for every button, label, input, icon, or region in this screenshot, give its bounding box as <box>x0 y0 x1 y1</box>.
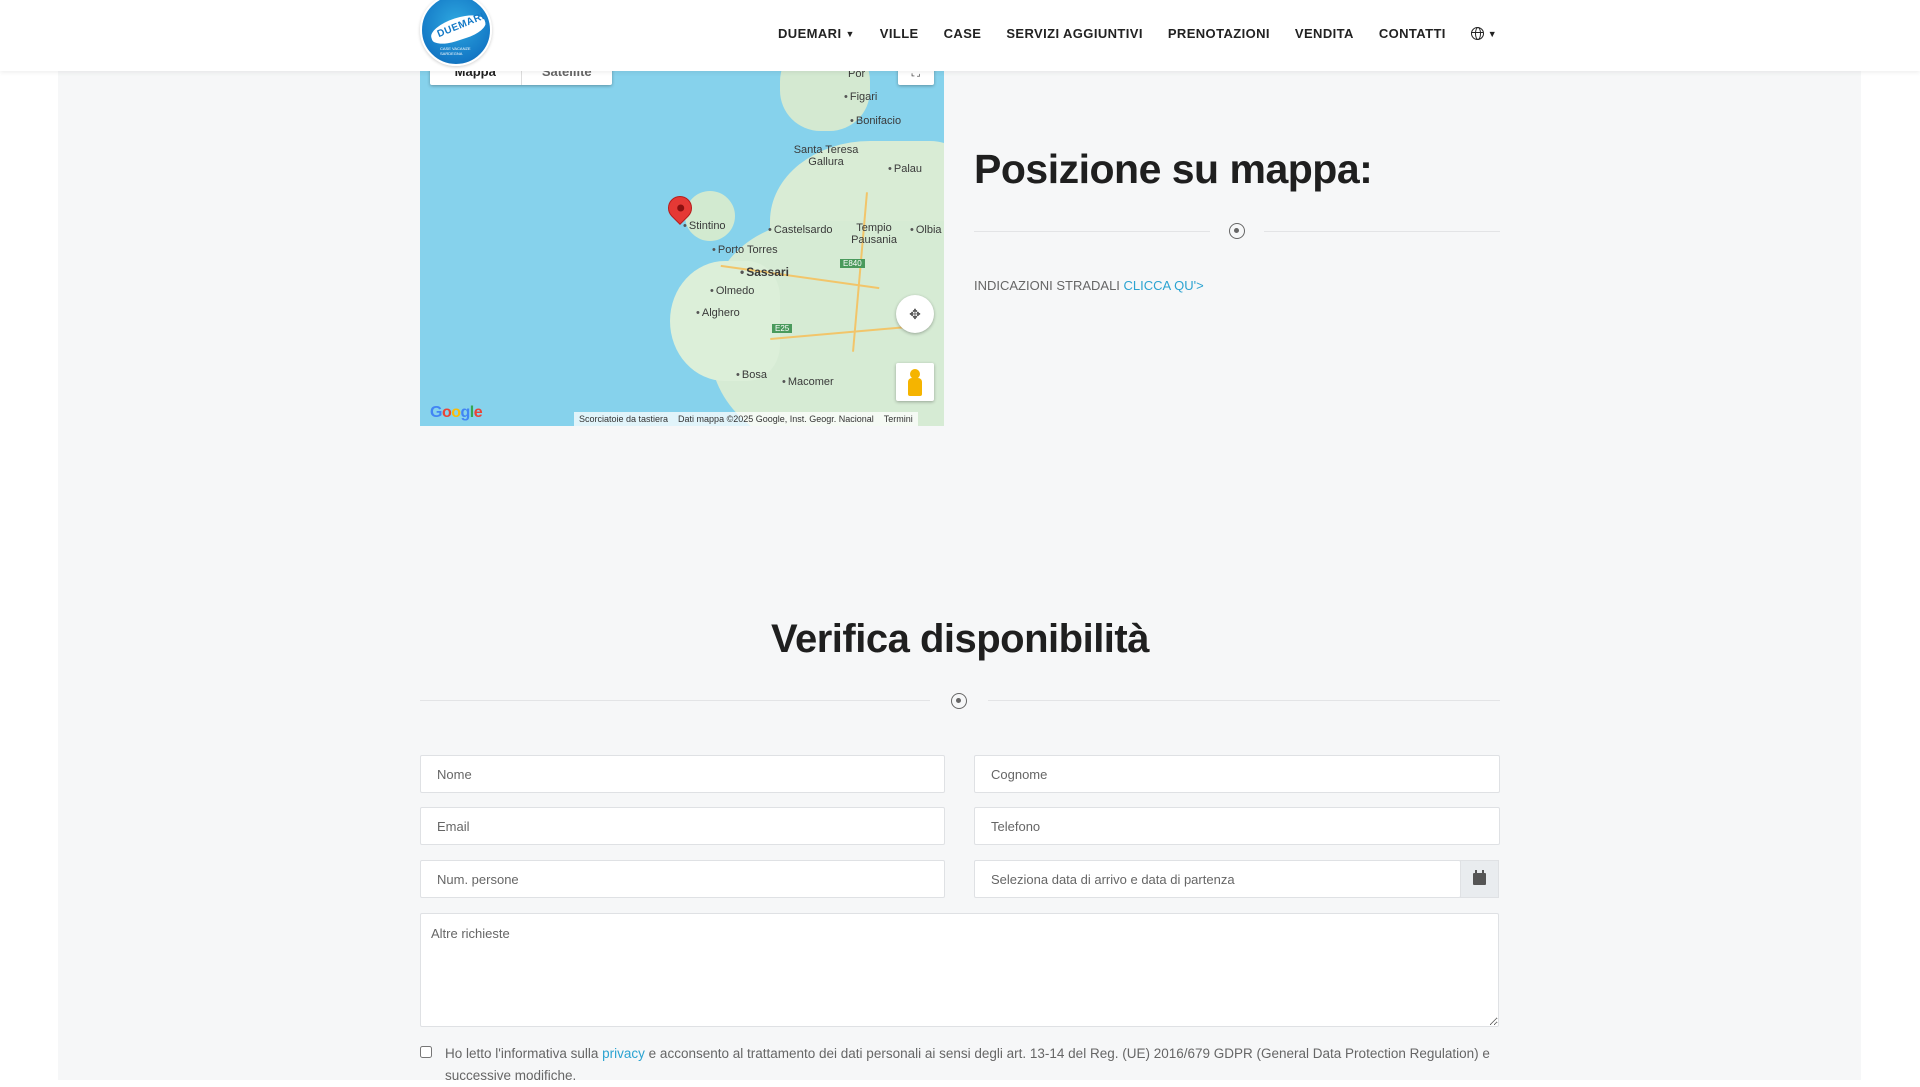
keyboard-shortcuts-link[interactable]: Scorciatoie da tastiera <box>574 412 673 426</box>
divider-line <box>988 700 1500 701</box>
chevron-down-icon: ▼ <box>845 28 855 39</box>
nav-label: DUEMARI <box>778 26 842 41</box>
map-label: Bosa <box>736 369 767 381</box>
nav-item-ville[interactable]: VILLE <box>880 26 919 41</box>
map-land <box>670 261 780 381</box>
divider-circle-icon <box>951 693 967 709</box>
availability-title: Verifica disponibilità <box>771 617 1149 661</box>
calendar-icon <box>1473 870 1486 885</box>
map-land <box>685 191 735 241</box>
nav-item-prenotazioni[interactable]: PRENOTAZIONI <box>1168 26 1270 41</box>
map-label: Porto Torres <box>712 244 778 256</box>
privacy-consent: Ho letto l'informativa sulla privacy e a… <box>420 1043 1500 1087</box>
nav-label: VILLE <box>879 26 919 41</box>
map-label: Alghero <box>696 307 740 319</box>
duemari-logo[interactable]: DUEMARI CASE VACANZE SARDEGNA <box>420 0 492 66</box>
map-label: Castelsardo <box>768 224 833 236</box>
map-road-shield: E25 <box>772 324 793 333</box>
map-data-credit: Dati mappa ©2025 Google, Inst. Geogr. Na… <box>678 414 874 424</box>
chevron-down-icon: ▼ <box>1487 28 1498 39</box>
map-label: Por <box>848 71 866 80</box>
altre-richieste-field[interactable] <box>420 913 1499 1027</box>
map-label: Tempio Pausania <box>851 222 897 246</box>
map-label: Macomer <box>782 376 834 388</box>
logo-tagline: CASE VACANZE SARDEGNA <box>440 46 471 56</box>
date-range-field[interactable] <box>974 860 1461 898</box>
nav-item-vendita[interactable]: VENDITA <box>1295 26 1354 41</box>
privacy-checkbox[interactable] <box>420 1046 432 1058</box>
nav-item-case[interactable]: CASE <box>944 26 982 41</box>
google-map[interactable]: Por Figari Bonifacio Santa Teresa Gallur… <box>420 71 944 426</box>
privacy-link[interactable]: privacy <box>602 1046 645 1061</box>
map-label: Figari <box>844 91 878 103</box>
map-label: Olmedo <box>710 285 755 297</box>
camera-control-icon[interactable]: ✥ <box>896 295 934 333</box>
site-header: DUEMARI CASE VACANZE SARDEGNA DUEMARI ▼ V… <box>0 0 1920 71</box>
terms-link[interactable]: Termini <box>879 412 918 426</box>
num-persone-field[interactable] <box>420 860 945 898</box>
cognome-field[interactable] <box>974 755 1500 793</box>
nav-label: CONTATTI <box>1378 26 1446 41</box>
email-field[interactable] <box>420 807 945 845</box>
nav-item-duemari[interactable]: DUEMARI ▼ <box>778 26 855 41</box>
calendar-button[interactable] <box>1460 860 1499 898</box>
map-label: Bonifacio <box>850 115 901 127</box>
map-label: Palau <box>888 163 922 175</box>
nav-item-contatti[interactable]: CONTATTI <box>1379 26 1446 41</box>
divider-line <box>1264 231 1500 232</box>
nav-label: PRENOTAZIONI <box>1167 26 1270 41</box>
map-label: Olbia <box>910 224 942 236</box>
privacy-text-part: Ho letto l'informativa sulla <box>445 1046 603 1061</box>
language-selector[interactable]: ▼ <box>1470 26 1498 41</box>
google-logo[interactable]: Google <box>430 404 483 422</box>
map-attribution: Scorciatoie da tastiera Dati mappa ©2025… <box>574 412 918 426</box>
position-title: Posizione su mappa: <box>974 146 1373 192</box>
globe-icon <box>1470 27 1484 40</box>
map-label: Sassari <box>740 265 789 279</box>
map-label: Santa Teresa Gallura <box>793 144 859 168</box>
telefono-field[interactable] <box>974 807 1500 845</box>
privacy-text: Ho letto l'informativa sulla privacy e a… <box>445 1043 1500 1087</box>
nav-label: SERVIZI AGGIUNTIVI <box>1006 26 1143 41</box>
tab-satellite[interactable]: Satellite <box>522 71 613 85</box>
nome-field[interactable] <box>420 755 945 793</box>
nav-label: VENDITA <box>1294 26 1354 41</box>
fullscreen-icon[interactable]: ⛶ <box>898 71 934 85</box>
nav-label: CASE <box>943 26 982 41</box>
divider-circle-icon <box>1229 223 1245 239</box>
map-type-tabs: Mappa Satellite <box>430 71 612 85</box>
map-label: Stintino <box>683 220 726 232</box>
nav-item-servizi-aggiuntivi[interactable]: SERVIZI AGGIUNTIVI <box>1006 26 1143 41</box>
map-road-shield: E840 <box>840 259 865 268</box>
directions-text: INDICAZIONI STRADALI CLICCA QU'> <box>974 278 1204 293</box>
directions-link[interactable]: CLICCA QU'> <box>1124 278 1204 293</box>
directions-label: INDICAZIONI STRADALI <box>974 278 1120 293</box>
main-nav: DUEMARI ▼ VILLE CASE SERVIZI AGGIUNTIVI P… <box>778 26 1522 41</box>
pegman-body <box>908 378 922 396</box>
divider-line <box>420 700 930 701</box>
street-view-pegman-icon[interactable] <box>896 363 934 401</box>
tab-map[interactable]: Mappa <box>430 71 522 85</box>
divider-line <box>974 231 1210 232</box>
